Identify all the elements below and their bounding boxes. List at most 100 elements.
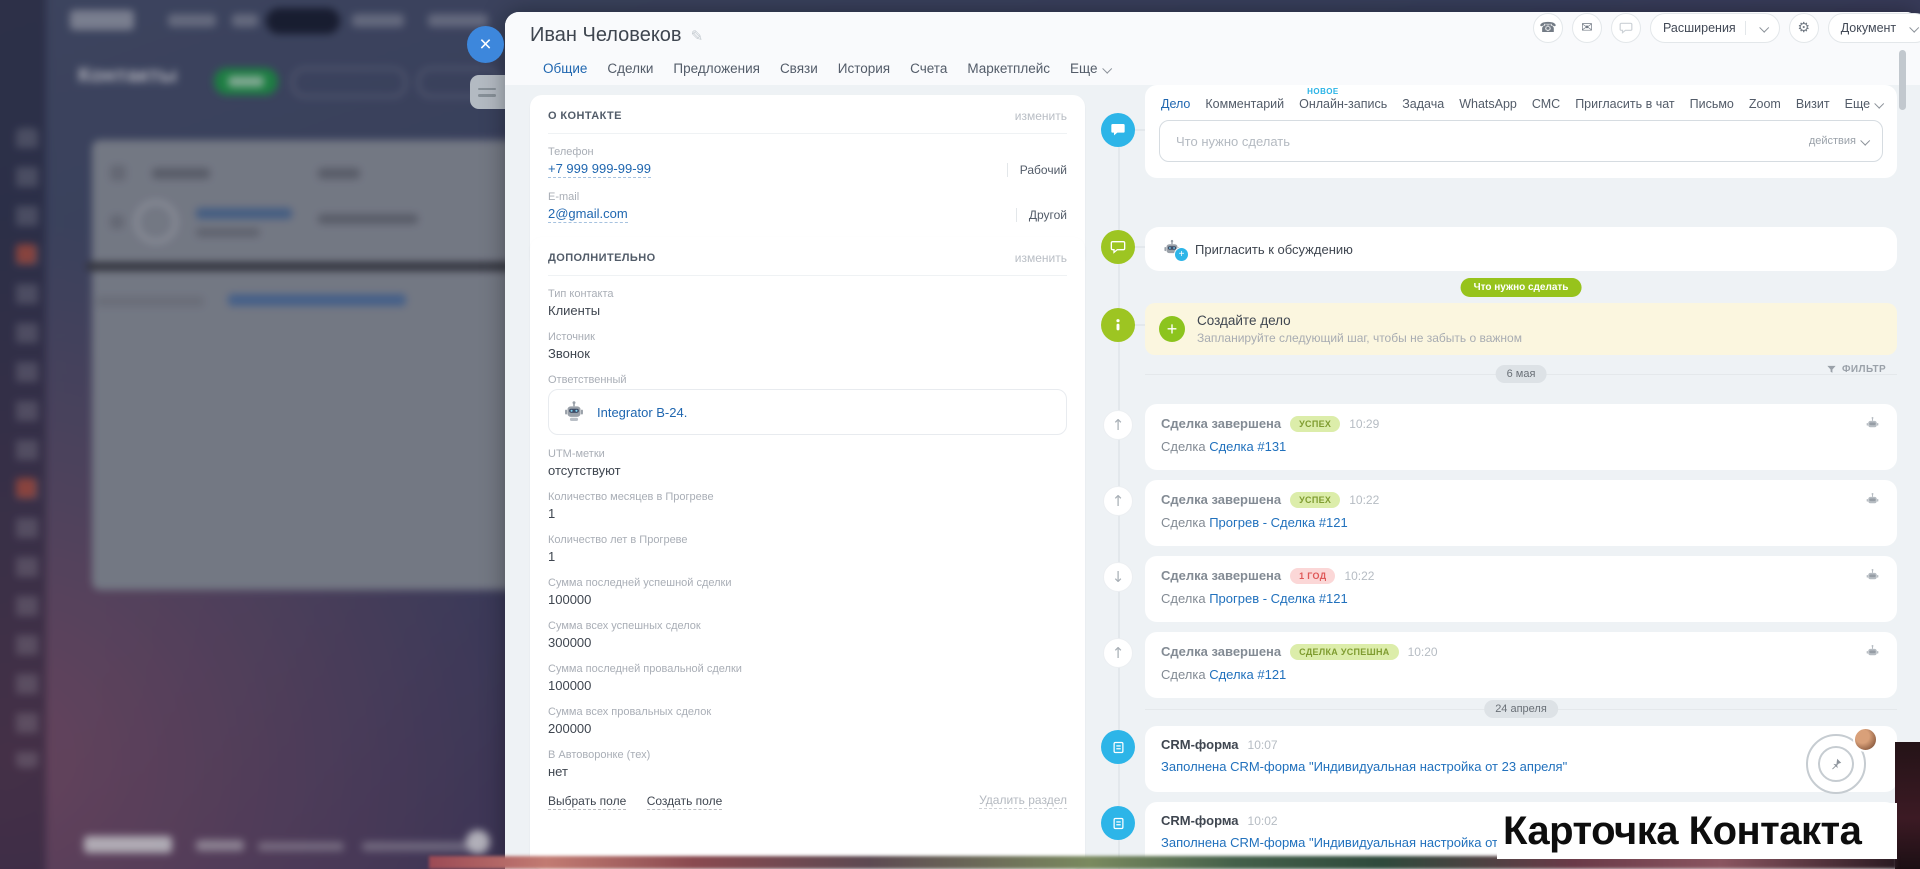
section-title: О КОНТАКТЕ bbox=[548, 110, 622, 122]
phone-icon: ☎ bbox=[1539, 20, 1556, 36]
tab-sdelki[interactable]: Сделки bbox=[607, 61, 653, 76]
chat-button-disabled bbox=[1611, 13, 1641, 43]
timeline-tab-whatsapp[interactable]: WhatsApp bbox=[1459, 97, 1517, 111]
responsible-user-box[interactable]: Integrator B-24. bbox=[548, 389, 1067, 435]
date-chip: 6 мая bbox=[1496, 365, 1547, 383]
page-title: Иван Человеков bbox=[530, 24, 682, 46]
timeline-composer-card: Дело Комментарий НОВОЕ Онлайн-запись Зад… bbox=[1145, 85, 1897, 178]
invite-label: Пригласить к обсуждению bbox=[1195, 242, 1353, 257]
arrow-up-icon: ↑ bbox=[1103, 486, 1133, 516]
tab-scheta[interactable]: Счета bbox=[910, 61, 947, 76]
timeline-tab-zoom[interactable]: Zoom bbox=[1749, 97, 1781, 111]
screen-edge-dark bbox=[1895, 742, 1920, 869]
field-label: Сумма последней провальной сделки bbox=[548, 663, 1067, 675]
entry-time: 10:07 bbox=[1248, 738, 1278, 752]
settings-button[interactable]: ⚙ bbox=[1789, 13, 1819, 43]
field-value: 100000 bbox=[548, 592, 1067, 607]
crm-form-icon bbox=[1101, 730, 1135, 764]
field-label: Сумма всех провальных сделок bbox=[548, 706, 1067, 718]
timeline-entry: Сделка завершена УСПЕХ 10:29 Сделка Сдел… bbox=[1145, 404, 1897, 470]
crm-form-icon bbox=[1101, 806, 1135, 840]
field-label: Ответственный bbox=[548, 374, 1067, 386]
mail-icon: ✉ bbox=[1581, 20, 1593, 36]
tab-istoriya[interactable]: История bbox=[838, 61, 890, 76]
select-field-link[interactable]: Выбрать поле bbox=[548, 794, 626, 810]
phone-label: Телефон bbox=[548, 146, 1067, 158]
entry-title: Сделка завершена bbox=[1161, 492, 1281, 507]
tab-svyazi[interactable]: Связи bbox=[780, 61, 818, 76]
chevron-down-icon bbox=[1759, 22, 1769, 32]
timeline-chat-icon bbox=[1101, 113, 1135, 147]
timeline-tabs: Дело Комментарий НОВОЕ Онлайн-запись Зад… bbox=[1145, 85, 1897, 111]
delete-section-link[interactable]: Удалить раздел bbox=[979, 793, 1067, 809]
timeline-entry: Сделка завершена 1 ГОД 10:22 Сделка Прог… bbox=[1145, 556, 1897, 622]
document-button[interactable]: Документ bbox=[1828, 13, 1920, 43]
timeline-tab-comment[interactable]: Комментарий bbox=[1205, 97, 1284, 111]
edit-link[interactable]: изменить bbox=[1015, 109, 1067, 123]
timeline-filter-button[interactable]: ФИЛЬТР bbox=[1826, 364, 1886, 375]
field-value: 1 bbox=[548, 506, 1067, 521]
field-value: 200000 bbox=[548, 721, 1067, 736]
timeline-entry: Сделка завершена СДЕЛКА УСПЕШНА 10:20 Сд… bbox=[1145, 632, 1897, 698]
field-label: Количество месяцев в Прогреве bbox=[548, 491, 1067, 503]
edit-pencil-icon[interactable]: ✎ bbox=[691, 27, 704, 45]
close-icon[interactable]: × bbox=[467, 26, 504, 63]
phone-type-label: Рабочий bbox=[1007, 163, 1067, 177]
timeline-tab-visit[interactable]: Визит bbox=[1796, 97, 1830, 111]
create-field-link[interactable]: Создать поле bbox=[647, 794, 723, 810]
robot-author-icon bbox=[1864, 567, 1881, 584]
field-value: Звонок bbox=[548, 346, 1067, 361]
field-label: Количество лет в Прогреве bbox=[548, 534, 1067, 546]
extensions-button[interactable]: Расширения bbox=[1650, 13, 1780, 43]
tab-predlozheniya[interactable]: Предложения bbox=[673, 61, 760, 76]
todo-input[interactable] bbox=[1174, 133, 1799, 150]
create-task-banner[interactable]: + Создайте дело Запланируйте следующий ш… bbox=[1145, 303, 1897, 355]
deal-link[interactable]: Прогрев - Сделка #121 bbox=[1209, 591, 1348, 606]
header-actions: ☎ ✉ Расширения ⚙ Документ bbox=[1533, 13, 1920, 43]
timeline-tab-task[interactable]: Задача bbox=[1402, 97, 1444, 111]
entry-time: 10:02 bbox=[1248, 814, 1278, 828]
entry-time: 10:20 bbox=[1408, 645, 1438, 659]
timeline-tab-letter[interactable]: Письмо bbox=[1690, 97, 1734, 111]
responsible-user-link[interactable]: Integrator B-24. bbox=[597, 405, 687, 420]
phone-value-link[interactable]: +7 999 999-99-99 bbox=[548, 161, 651, 178]
chevron-down-icon bbox=[1874, 99, 1884, 109]
timeline-tab-invite-chat[interactable]: Пригласить в чат bbox=[1575, 97, 1674, 111]
status-badge: 1 ГОД bbox=[1290, 568, 1335, 584]
entry-title: Сделка завершена bbox=[1161, 416, 1281, 431]
actions-dropdown[interactable]: действия bbox=[1809, 135, 1868, 147]
timeline-tab-more[interactable]: Еще bbox=[1845, 97, 1882, 111]
edit-link[interactable]: изменить bbox=[1015, 251, 1067, 265]
tab-obshchie[interactable]: Общие bbox=[543, 61, 587, 76]
crm-form-link[interactable]: Заполнена CRM-форма "Индивидуальная наст… bbox=[1161, 759, 1567, 774]
tab-more[interactable]: Еще bbox=[1070, 61, 1109, 76]
robot-avatar-icon bbox=[561, 399, 587, 425]
email-value-link[interactable]: 2@gmail.com bbox=[548, 206, 628, 223]
field-label: Источник bbox=[548, 331, 1067, 343]
field-label: В Автоворонке (тех) bbox=[548, 749, 1067, 761]
timeline-entry: Сделка завершена УСПЕХ 10:22 Сделка Прог… bbox=[1145, 480, 1897, 546]
timeline-tab-online-booking[interactable]: НОВОЕ Онлайн-запись bbox=[1299, 97, 1387, 111]
deal-link[interactable]: Сделка #121 bbox=[1209, 667, 1286, 682]
entry-time: 10:22 bbox=[1349, 493, 1379, 507]
robot-avatar: + bbox=[1161, 238, 1183, 260]
date-chip: 24 апреля bbox=[1484, 700, 1558, 718]
deal-link[interactable]: Сделка #131 bbox=[1209, 439, 1286, 454]
plus-icon: + bbox=[1159, 316, 1185, 342]
discussion-chat-icon bbox=[1101, 230, 1135, 264]
annotation-caption: Карточка Контакта bbox=[1497, 803, 1897, 859]
robot-author-icon bbox=[1864, 415, 1881, 432]
entry-title: CRM-форма bbox=[1161, 737, 1239, 752]
field-label: UTM-метки bbox=[548, 448, 1067, 460]
vertical-scrollbar[interactable] bbox=[1899, 50, 1906, 110]
field-value: 100000 bbox=[548, 678, 1067, 693]
invite-to-discussion[interactable]: + Пригласить к обсуждению bbox=[1145, 227, 1897, 271]
timeline-tab-sms[interactable]: СМС bbox=[1532, 97, 1560, 111]
call-button[interactable]: ☎ bbox=[1533, 13, 1563, 43]
tab-marketplace[interactable]: Маркетплейс bbox=[967, 61, 1050, 76]
email-button[interactable]: ✉ bbox=[1572, 13, 1602, 43]
deal-link[interactable]: Прогрев - Сделка #121 bbox=[1209, 515, 1348, 530]
entry-time: 10:22 bbox=[1344, 569, 1374, 583]
timeline-tab-delo[interactable]: Дело bbox=[1161, 97, 1190, 111]
robot-author-icon bbox=[1864, 643, 1881, 660]
